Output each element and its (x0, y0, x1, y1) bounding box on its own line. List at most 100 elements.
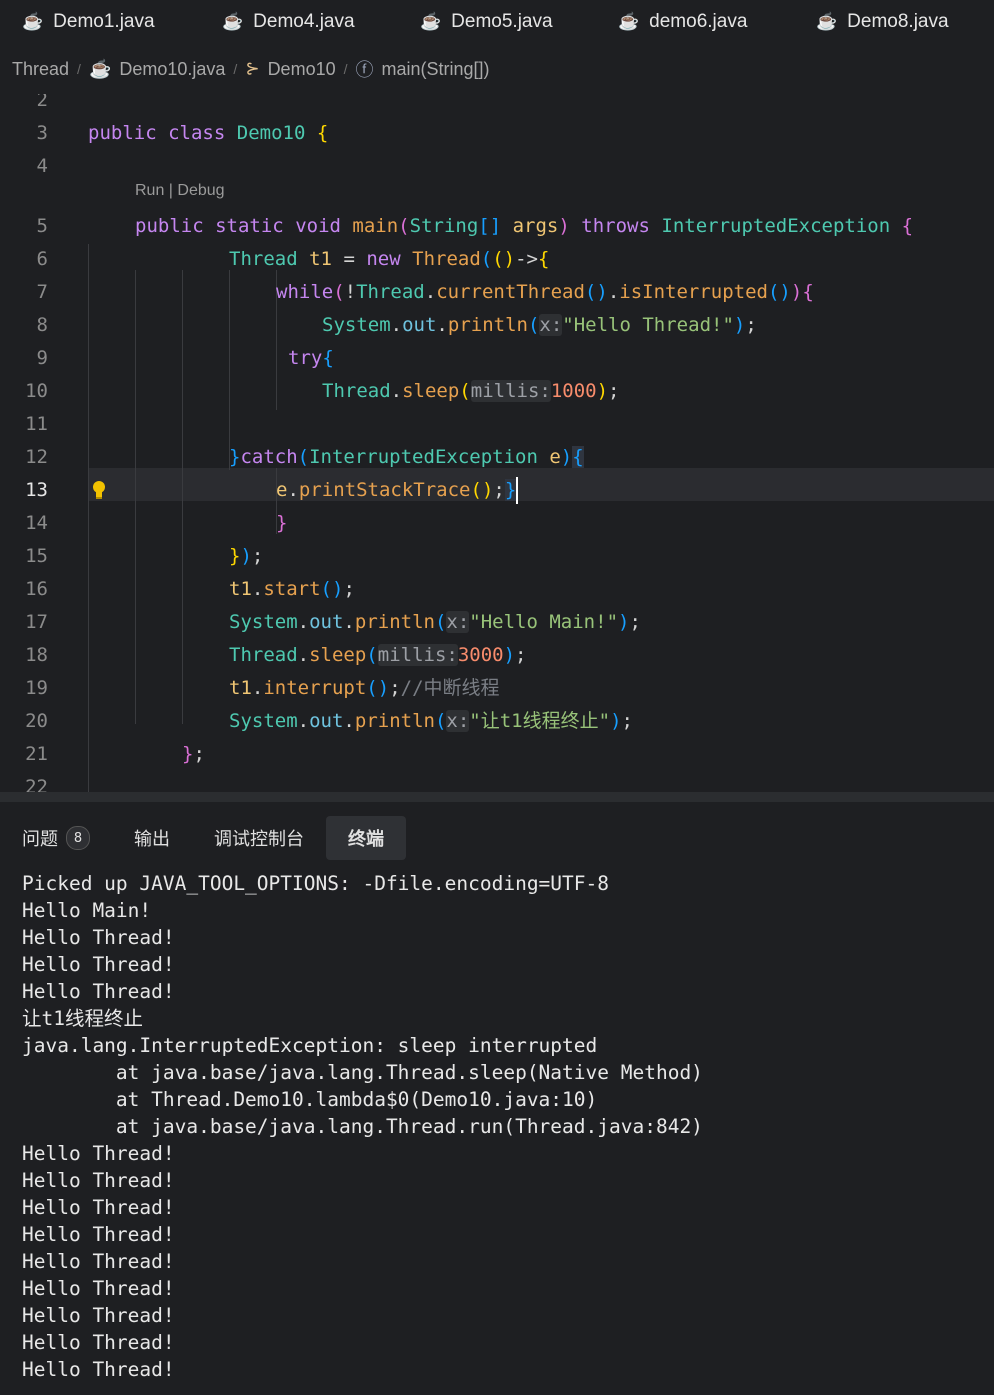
class-icon: ⊱ (245, 59, 260, 78)
code-line: 13 e.printStackTrace();} (0, 474, 994, 507)
line-number: 14 (25, 512, 48, 534)
line-number: 21 (25, 743, 48, 765)
java-file-icon: ☕ (420, 12, 442, 31)
terminal-line: Hello Thread! (22, 1304, 175, 1327)
breadcrumb-separator: / (233, 61, 238, 77)
string-literal: "Hello Thread!" (562, 314, 734, 336)
param-hint: x: (446, 710, 470, 732)
line-number: 22 (25, 776, 48, 792)
terminal-line: Hello Thread! (22, 1358, 175, 1381)
code-line: 20 System.out.println(x:"让t1线程终止"); (0, 705, 994, 738)
terminal-line: Hello Thread! (22, 1196, 175, 1219)
code-line: 10 Thread.sleep(millis:1000); (0, 375, 994, 408)
terminal-line: Hello Thread! (22, 953, 175, 976)
problems-count-badge: 8 (66, 826, 90, 850)
terminal-line: Hello Thread! (22, 1250, 175, 1273)
code-line: 19 t1.interrupt();//中断线程 (0, 672, 994, 705)
code-line: 15}); (0, 540, 994, 573)
code-line: 17 System.out.println(x:"Hello Main!"); (0, 606, 994, 639)
terminal-line: at Thread.Demo10.lambda$0(Demo10.java:10… (22, 1088, 598, 1111)
code-line: 21}; (0, 738, 994, 771)
java-file-icon: ☕ (88, 58, 112, 79)
line-number: 12 (25, 446, 48, 468)
terminal-line: at java.base/java.lang.Thread.sleep(Nati… (22, 1061, 703, 1084)
line-number: 10 (25, 380, 48, 402)
terminal-line: Picked up JAVA_TOOL_OPTIONS: -Dfile.enco… (22, 872, 609, 895)
breadcrumb-separator: / (343, 61, 348, 77)
run-debug-codelens[interactable]: Run | Debug (135, 180, 225, 202)
tab-label: Demo5.java (451, 11, 553, 32)
terminal-line: Hello Thread! (22, 1223, 175, 1246)
tab-debug-console[interactable]: 调试控制台 (192, 816, 326, 860)
breadcrumb-separator: / (77, 61, 81, 77)
tab-demo8[interactable]: ☕ Demo8.java (794, 11, 970, 33)
terminal-line: java.lang.InterruptedException: sleep in… (22, 1034, 598, 1057)
terminal-line: Hello Thread! (22, 1169, 175, 1192)
tab-demo4[interactable]: ☕ Demo4.java (200, 11, 398, 33)
param-hint: millis: (470, 380, 551, 402)
number-literal: 3000 (457, 644, 504, 666)
breadcrumb-method[interactable]: main(String[]) (382, 59, 490, 80)
code-line: 22 (0, 771, 994, 792)
breadcrumb-folder[interactable]: Thread (12, 59, 69, 80)
tab-output[interactable]: 输出 (112, 816, 192, 860)
java-file-icon: ☕ (618, 12, 640, 31)
terminal-line: Hello Thread! (22, 926, 175, 949)
code-line: 7 while(!Thread.currentThread().isInterru… (0, 276, 994, 309)
terminal-output[interactable]: Picked up JAVA_TOOL_OPTIONS: -Dfile.enco… (22, 870, 994, 1383)
line-number: 13 (25, 479, 48, 501)
line-number: 5 (36, 215, 48, 237)
terminal-line: 让t1线程终止 (22, 1007, 143, 1030)
terminal-line: at java.base/java.lang.Thread.run(Thread… (22, 1115, 703, 1138)
java-file-icon: ☕ (816, 12, 838, 31)
tab-label: Demo8.java (847, 11, 949, 32)
tab-label: 输出 (134, 829, 170, 850)
panel-divider[interactable] (0, 792, 994, 802)
java-file-icon: ☕ (222, 12, 244, 31)
code-editor[interactable]: 2 3 public class Demo10 { 4 Run | Debug 5… (0, 94, 994, 792)
line-number: 20 (25, 710, 48, 732)
code-line: 12}catch(InterruptedException e){ (0, 441, 994, 474)
code-line: 6 Thread t1 = new Thread(()->{ (0, 243, 994, 276)
line-number: 16 (25, 578, 48, 600)
tab-label: 调试控制台 (214, 829, 304, 850)
breadcrumb-class[interactable]: Demo10 (268, 59, 336, 80)
line-number: 8 (36, 314, 48, 336)
line-number: 9 (36, 347, 48, 369)
line-number: 17 (25, 611, 48, 633)
java-file-icon: ☕ (22, 12, 44, 31)
code-line: 11 (0, 408, 994, 441)
line-number: 19 (25, 677, 48, 699)
number-literal: 1000 (550, 380, 597, 402)
breadcrumb-file[interactable]: Demo10.java (119, 59, 225, 80)
tab-demo5[interactable]: ☕ Demo5.java (398, 11, 596, 33)
terminal-line: Hello Thread! (22, 1142, 175, 1165)
code-line: 14} (0, 507, 994, 540)
line-number: 7 (36, 281, 48, 303)
tab-problems[interactable]: 问题 8 (0, 816, 112, 860)
code-line: 3 public class Demo10 { (0, 117, 994, 150)
string-literal: "让t1线程终止" (469, 710, 611, 732)
lightbulb-icon[interactable] (92, 480, 106, 500)
code-line: 9 try{ (0, 342, 994, 375)
line-number: 2 (36, 94, 48, 111)
terminal-line: Hello Thread! (22, 980, 175, 1003)
editor-tab-bar: ☕ Demo1.java ☕ Demo4.java ☕ Demo5.java ☕ dem… (0, 0, 994, 44)
tab-demo1[interactable]: ☕ Demo1.java (0, 11, 200, 33)
tab-label: Demo4.java (253, 11, 355, 32)
line-number: 11 (25, 413, 48, 435)
tab-terminal[interactable]: 终端 (326, 816, 406, 860)
tab-label: Demo1.java (53, 11, 155, 32)
code-line: 18 Thread.sleep(millis:3000); (0, 639, 994, 672)
param-hint: x: (539, 314, 563, 336)
code-line: 4 (0, 150, 994, 183)
tab-label: 终端 (348, 829, 384, 850)
tab-label: demo6.java (649, 11, 748, 32)
breadcrumb: Thread / ☕ Demo10.java / ⊱ Demo10 / ⓕ ma… (0, 44, 994, 94)
line-number: 4 (36, 155, 48, 177)
tab-demo6[interactable]: ☕ demo6.java (596, 11, 794, 33)
line-number: 6 (36, 248, 48, 270)
text-cursor (516, 477, 519, 504)
param-hint: millis: (377, 644, 458, 666)
panel-tab-bar: 问题 8 输出 调试控制台 终端 (0, 816, 406, 860)
